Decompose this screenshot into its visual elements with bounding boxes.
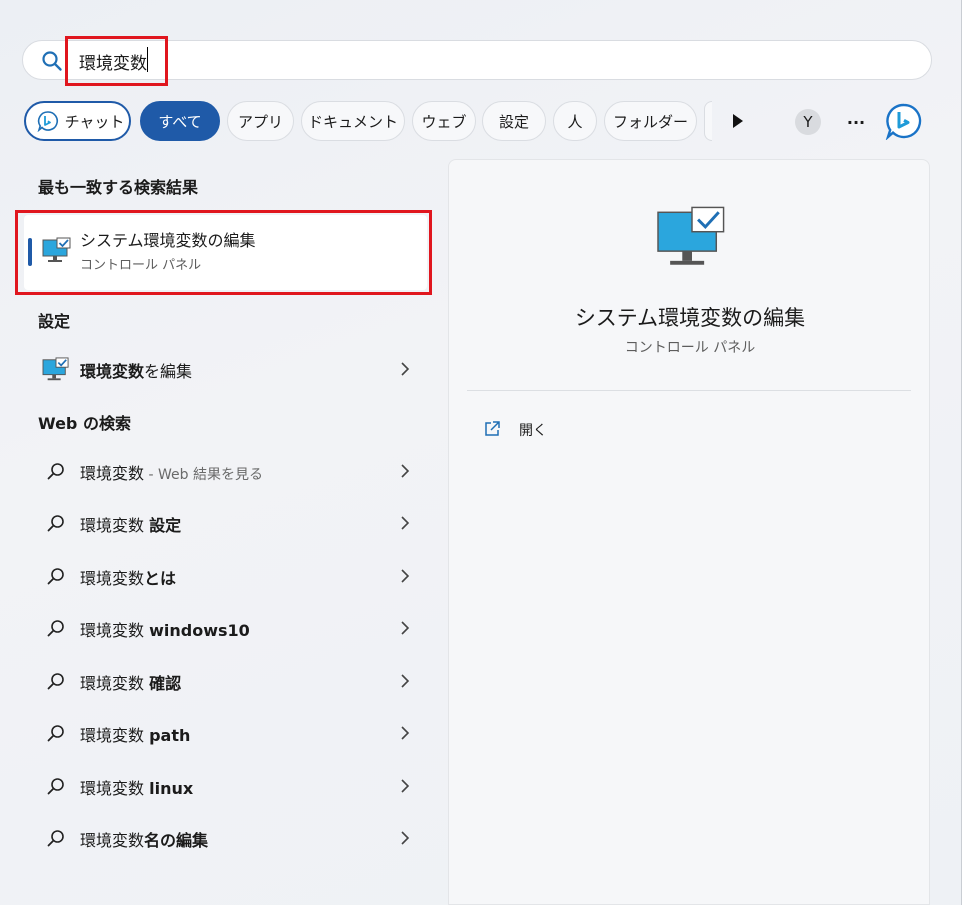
open-action[interactable]: 開く (483, 418, 603, 442)
play-more-icon[interactable] (728, 111, 748, 131)
search-highlight-box (65, 36, 168, 86)
chevron-right-icon (401, 779, 410, 793)
web-result-item[interactable]: 環境変数とは (38, 554, 428, 598)
more-options-icon[interactable]: ··· (842, 109, 870, 135)
chevron-right-icon (401, 516, 410, 530)
web-result-item[interactable]: 環境変数 windows10 (38, 606, 428, 650)
preview-divider (467, 390, 911, 391)
system-env-large-icon (657, 206, 725, 265)
search-icon (47, 515, 64, 532)
chip-all[interactable]: すべて (140, 101, 220, 141)
search-icon (47, 778, 64, 795)
web-search-heading: Web の検索 (38, 414, 131, 433)
chevron-right-icon (401, 674, 410, 688)
chevron-right-icon (401, 362, 410, 376)
preview-title: システム環境変数の編集 (574, 306, 806, 330)
preview-subtitle: コントロール パネル (624, 340, 756, 356)
web-result-item[interactable]: 環境変数 設定 (38, 501, 428, 545)
preview-pane: システム環境変数の編集 コントロール パネル 開く (448, 159, 930, 905)
best-match-heading: 最も一致する検索結果 (38, 178, 199, 197)
chip-web[interactable]: ウェブ (412, 101, 476, 141)
search-icon (47, 463, 64, 480)
web-result-item[interactable]: 環境変数 - Web 結果を見る (38, 449, 428, 493)
chip-settings[interactable]: 設定 (482, 101, 546, 141)
web-result-item[interactable]: 環境変数名の編集 (38, 816, 428, 860)
bing-chat-icon (37, 111, 58, 132)
web-result-label: 環境変数とは (80, 569, 177, 588)
search-panel: チャット すべて アプリ ドキュメント ウェブ 設定 人 フォルダー Y ···… (0, 0, 962, 905)
chip-chat[interactable]: チャット (24, 101, 131, 141)
web-result-label: 環境変数 windows10 (80, 621, 250, 640)
search-icon (47, 725, 64, 742)
web-result-item[interactable]: 環境変数 linux (38, 764, 428, 808)
web-result-label: 環境変数 - Web 結果を見る (80, 464, 263, 483)
chevron-right-icon (401, 726, 410, 740)
settings-heading: 設定 (38, 312, 71, 331)
chip-apps[interactable]: アプリ (227, 101, 294, 141)
chip-people[interactable]: 人 (553, 101, 597, 141)
best-match-highlight-box (15, 210, 432, 295)
chip-chat-label: チャット (64, 112, 125, 131)
web-result-label: 環境変数 確認 (80, 674, 182, 693)
web-result-item[interactable]: 環境変数 確認 (38, 659, 428, 703)
chip-documents[interactable]: ドキュメント (301, 101, 405, 141)
chevron-right-icon (401, 831, 410, 845)
chip-folders[interactable]: フォルダー (604, 101, 697, 141)
settings-item-label: 環境変数を編集 (80, 362, 193, 381)
web-result-item[interactable]: 環境変数 path (38, 711, 428, 755)
bing-icon[interactable] (884, 101, 924, 141)
search-icon (47, 620, 64, 637)
chip-overflow-partial (704, 101, 712, 141)
settings-item-env-vars[interactable]: 環境変数を編集 (38, 347, 428, 391)
search-icon (42, 51, 62, 71)
web-result-label: 環境変数 linux (80, 779, 194, 798)
search-icon (47, 673, 64, 690)
web-result-label: 環境変数 設定 (80, 516, 182, 535)
web-result-label: 環境変数 path (80, 726, 191, 745)
web-result-label: 環境変数名の編集 (80, 831, 209, 850)
chevron-right-icon (401, 569, 410, 583)
open-external-icon (485, 421, 500, 436)
open-action-label: 開く (519, 423, 547, 439)
search-icon (47, 568, 64, 585)
system-env-icon (42, 357, 69, 381)
chevron-right-icon (401, 464, 410, 478)
filter-chips: チャット すべて アプリ ドキュメント ウェブ 設定 人 フォルダー Y ··· (24, 101, 934, 141)
search-icon (47, 830, 64, 847)
avatar[interactable]: Y (795, 109, 821, 135)
chevron-right-icon (401, 621, 410, 635)
